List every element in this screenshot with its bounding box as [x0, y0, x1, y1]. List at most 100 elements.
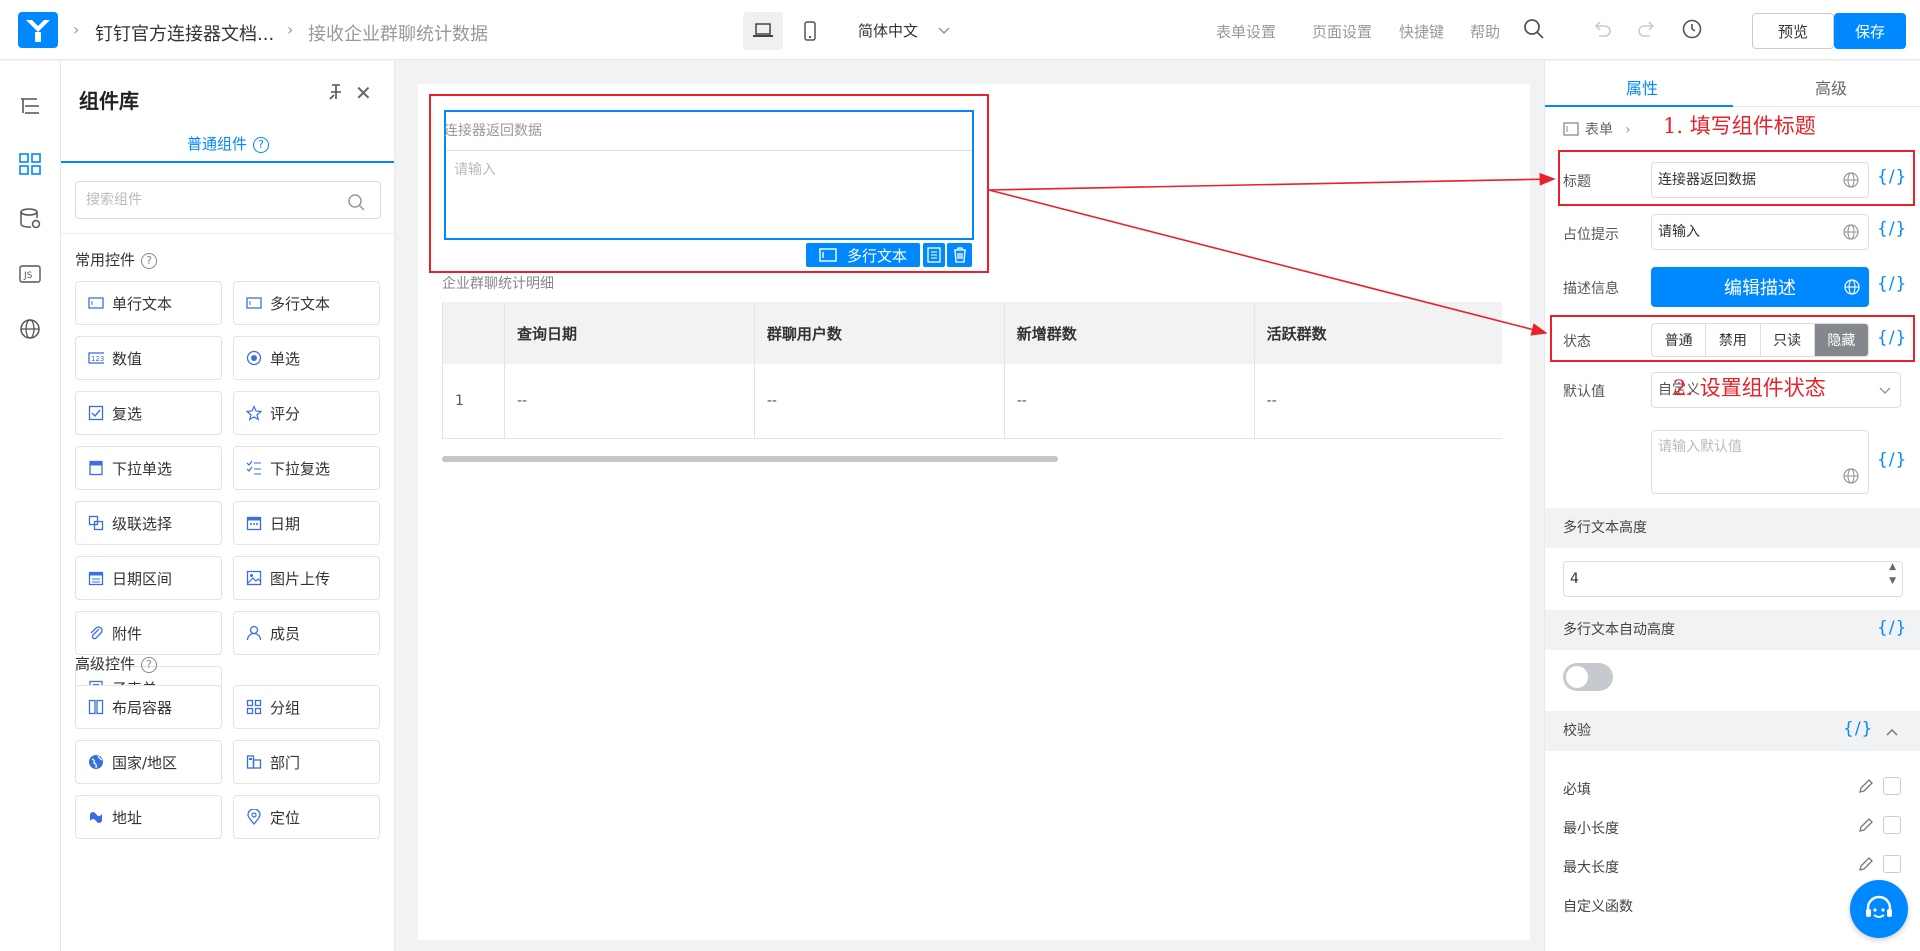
- component-item-cascade[interactable]: 级联选择: [75, 501, 222, 545]
- components-grid-icon[interactable]: [17, 151, 43, 177]
- language-select[interactable]: 简体中文: [858, 20, 918, 41]
- tab-advanced[interactable]: 高级: [1815, 75, 1847, 99]
- save-button[interactable]: 保存: [1834, 13, 1906, 49]
- help-circle-icon[interactable]: ?: [141, 253, 158, 269]
- tab-common-components[interactable]: 普通组件?: [61, 133, 394, 163]
- preview-button[interactable]: 预览: [1752, 13, 1834, 49]
- redo-icon[interactable]: [1636, 18, 1658, 40]
- expression-binding-icon[interactable]: {/}: [1877, 450, 1907, 470]
- validation-custom-function-label: 自定义函数: [1563, 899, 1633, 915]
- component-label: 图片上传: [270, 569, 331, 588]
- table-horizontal-scrollbar[interactable]: [442, 456, 1058, 462]
- js-code-icon[interactable]: JS: [17, 261, 43, 287]
- globe-icon: [88, 754, 104, 770]
- laptop-icon: [753, 23, 773, 37]
- component-label: 下拉复选: [270, 459, 331, 478]
- component-item-calendar[interactable]: 日期: [233, 501, 380, 545]
- edit-icon[interactable]: [1857, 777, 1875, 795]
- mobile-view-button[interactable]: [790, 12, 830, 50]
- customer-service-button[interactable]: [1850, 880, 1908, 938]
- help-link[interactable]: 帮助: [1470, 21, 1500, 42]
- app-logo-icon[interactable]: [18, 12, 58, 48]
- component-item-address[interactable]: 地址: [75, 795, 222, 839]
- tab-properties[interactable]: 属性: [1626, 75, 1658, 99]
- component-item-layout[interactable]: 布局容器: [75, 685, 222, 729]
- help-circle-icon[interactable]: ?: [141, 657, 158, 673]
- expression-binding-icon[interactable]: {/}: [1877, 618, 1907, 638]
- help-circle-icon[interactable]: ?: [253, 137, 269, 153]
- table-row: 1 -- -- -- --: [442, 364, 1502, 439]
- component-item-single-line[interactable]: 单行文本: [75, 281, 222, 325]
- expression-binding-icon[interactable]: {/}: [1877, 274, 1907, 294]
- history-clock-icon[interactable]: [1681, 18, 1703, 40]
- outline-tree-icon[interactable]: [17, 93, 43, 119]
- tab-label: 普通组件: [186, 135, 247, 153]
- component-item-multi-dropdown[interactable]: 下拉复选: [233, 446, 380, 490]
- validation-required-checkbox[interactable]: [1883, 777, 1901, 795]
- globe-icon[interactable]: [1842, 223, 1860, 241]
- component-item-checkbox[interactable]: 复选: [75, 391, 222, 435]
- data-source-icon[interactable]: [17, 206, 43, 232]
- stepper-icon[interactable]: ▲ ▼: [1889, 560, 1896, 588]
- library-title: 组件库: [79, 89, 139, 113]
- props-breadcrumb[interactable]: 表单 ›: [1563, 119, 1631, 139]
- default-value-input[interactable]: 请输入默认值: [1651, 430, 1869, 494]
- height-section-header: 多行文本高度: [1545, 508, 1920, 548]
- globe-icon[interactable]: [1842, 467, 1860, 485]
- height-number-input[interactable]: 4 ▲ ▼: [1563, 561, 1903, 597]
- single-line-icon: [88, 295, 104, 311]
- validation-required-label: 必填: [1563, 782, 1591, 798]
- component-item-star[interactable]: 评分: [233, 391, 380, 435]
- component-item-image[interactable]: 图片上传: [233, 556, 380, 600]
- mobile-icon: [804, 21, 816, 41]
- desktop-view-button[interactable]: [743, 12, 783, 50]
- placeholder-input[interactable]: 请输入: [1651, 214, 1869, 250]
- component-item-date-range[interactable]: 日期区间: [75, 556, 222, 600]
- component-item-location[interactable]: 定位: [233, 795, 380, 839]
- shortcuts-link[interactable]: 快捷键: [1399, 21, 1444, 42]
- search-icon[interactable]: [1523, 18, 1545, 40]
- close-icon[interactable]: ✕: [355, 81, 372, 105]
- expression-binding-icon[interactable]: {/}: [1843, 719, 1873, 739]
- auto-height-toggle[interactable]: [1563, 663, 1613, 691]
- validation-max-length-checkbox[interactable]: [1883, 855, 1901, 873]
- top-header: › 钉钉官方连接器文档... › 接收企业群聊统计数据 简体中文 表单设置 页面…: [0, 0, 1920, 60]
- annotation-note-1: 1. 填写组件标题: [1663, 114, 1816, 138]
- pin-icon[interactable]: [326, 83, 344, 101]
- chevron-down-icon: [1879, 387, 1891, 395]
- default-value-label: 默认值: [1563, 384, 1605, 400]
- table-cell: --: [1004, 364, 1255, 439]
- component-item-paperclip[interactable]: 附件: [75, 611, 222, 655]
- globe-icon[interactable]: [1843, 278, 1861, 296]
- undo-icon[interactable]: [1591, 18, 1613, 40]
- section-label: 常用控件: [75, 251, 136, 269]
- checkbox-icon: [88, 405, 104, 421]
- component-item-globe[interactable]: 国家/地区: [75, 740, 222, 784]
- edit-icon[interactable]: [1857, 816, 1875, 834]
- edit-description-button[interactable]: 编辑描述: [1651, 267, 1869, 307]
- component-label: 级联选择: [112, 514, 173, 533]
- component-item-number[interactable]: 123 数值: [75, 336, 222, 380]
- expression-binding-icon[interactable]: {/}: [1877, 219, 1907, 239]
- chevron-up-icon[interactable]: [1885, 725, 1899, 739]
- validation-min-length-checkbox[interactable]: [1883, 816, 1901, 834]
- component-item-dropdown[interactable]: 下拉单选: [75, 446, 222, 490]
- chevron-right-icon: ›: [73, 20, 80, 39]
- component-item-group[interactable]: 分组: [233, 685, 380, 729]
- globe-icon[interactable]: [17, 316, 43, 342]
- component-search-input[interactable]: 搜索组件: [75, 181, 381, 219]
- calendar-icon: [246, 515, 262, 531]
- table-cell: 1: [442, 364, 505, 439]
- component-item-multi-line[interactable]: 多行文本: [233, 281, 380, 325]
- form-settings-link[interactable]: 表单设置: [1216, 21, 1276, 42]
- component-label: 分组: [270, 698, 301, 717]
- table-title: 企业群聊统计明细: [442, 276, 554, 292]
- breadcrumb-app[interactable]: 钉钉官方连接器文档...: [95, 20, 274, 46]
- component-label: 日期: [270, 514, 301, 533]
- edit-icon[interactable]: [1857, 855, 1875, 873]
- table-header-cell: 活跃群数: [1254, 302, 1502, 364]
- page-settings-link[interactable]: 页面设置: [1312, 21, 1372, 42]
- component-item-user[interactable]: 成员: [233, 611, 380, 655]
- component-item-radio[interactable]: 单选: [233, 336, 380, 380]
- component-item-department[interactable]: 部门: [233, 740, 380, 784]
